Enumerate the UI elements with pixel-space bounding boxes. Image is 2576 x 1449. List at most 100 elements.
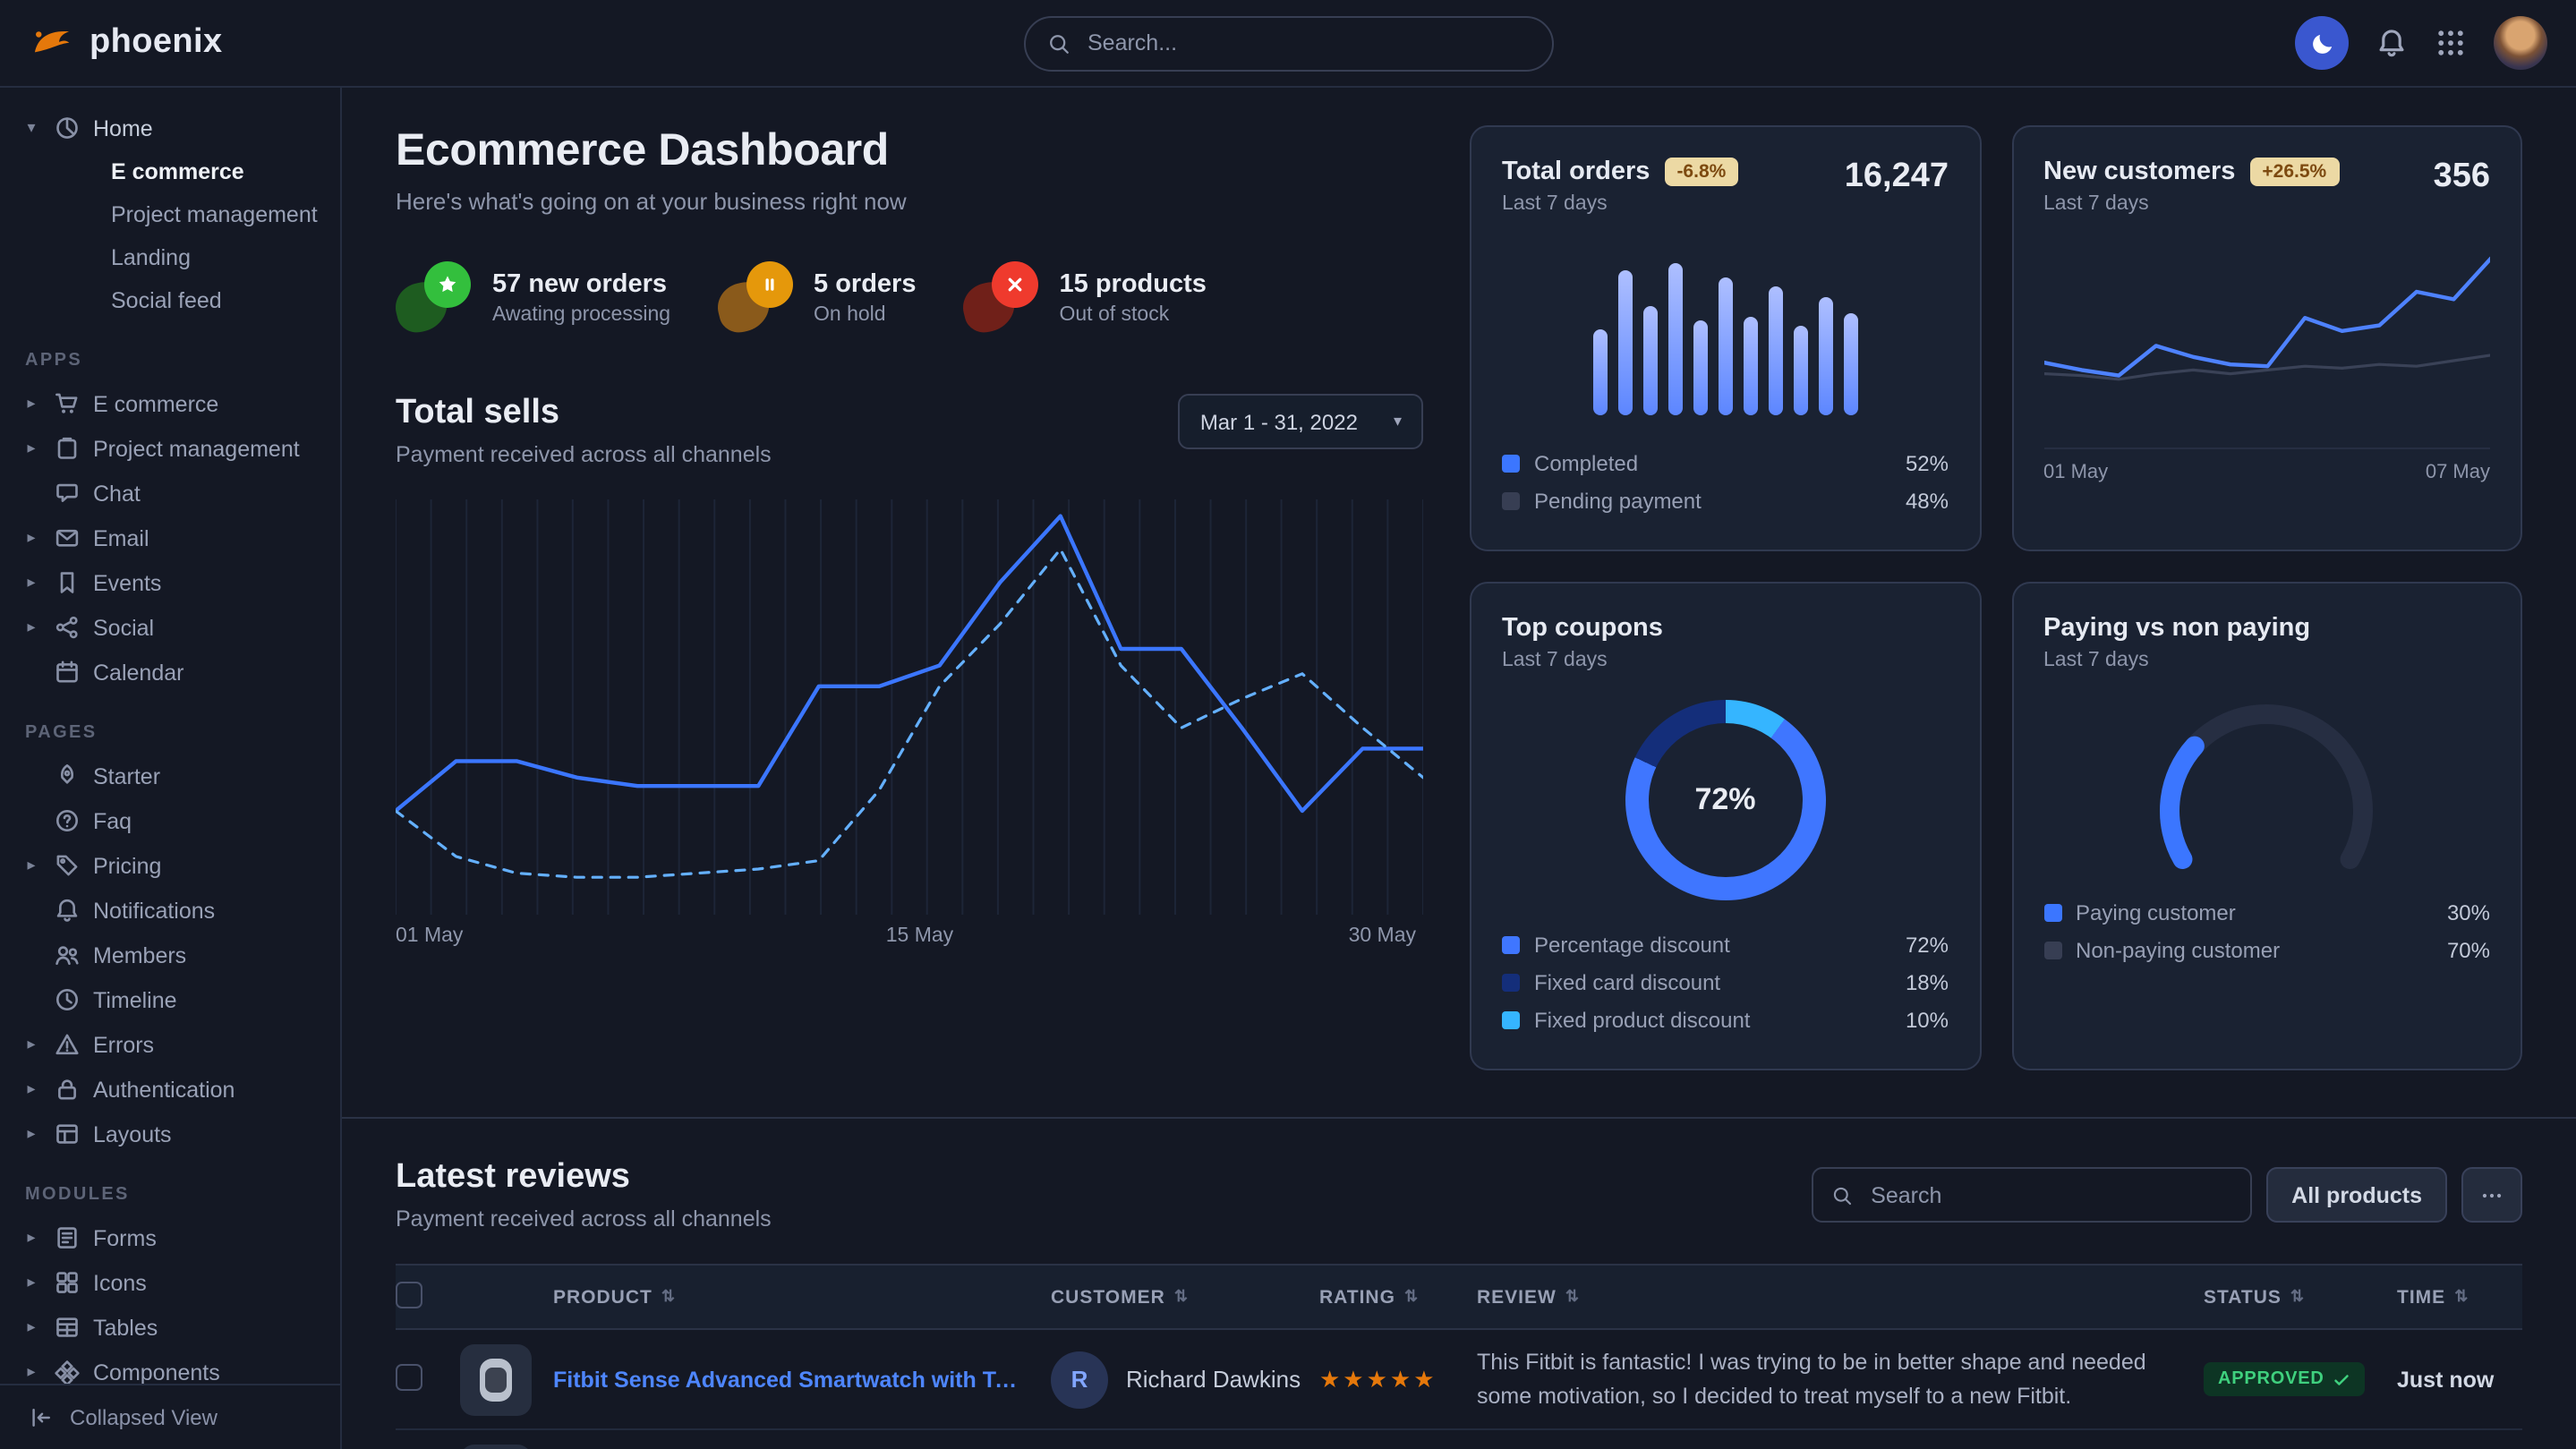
sidebar-item-members[interactable]: Members	[21, 933, 326, 977]
brand[interactable]: phoenix	[29, 20, 223, 66]
sidebar-item-label: Tables	[93, 1315, 158, 1340]
column-header-customer[interactable]: CUSTOMER ⇅	[1051, 1286, 1319, 1308]
status-badge: APPROVED	[2204, 1362, 2366, 1396]
total-sells-chart: 01 May15 May30 May	[396, 499, 1423, 958]
all-products-button[interactable]: All products	[2266, 1167, 2447, 1223]
sort-icon[interactable]: ⇅	[661, 1287, 676, 1307]
search-input[interactable]	[1084, 29, 1530, 57]
sort-icon[interactable]: ⇅	[2290, 1287, 2305, 1307]
legend-row: Fixed product discount 10%	[1502, 1001, 1949, 1038]
sidebar-item-label: Timeline	[93, 987, 177, 1012]
sidebar-item-starter[interactable]: Starter	[21, 754, 326, 798]
more-options-button[interactable]	[2461, 1167, 2522, 1223]
stat-icon	[963, 261, 1038, 333]
product-link[interactable]: Fitbit Sense Advanced Smartwatch with To…	[553, 1367, 1026, 1392]
sidebar-item-faq[interactable]: Faq	[21, 798, 326, 843]
sidebar-item-label: Members	[93, 942, 186, 967]
kpi-cards: Total orders -6.8% Last 7 days 16,247 Co…	[1470, 125, 2522, 1070]
sidebar-item-forms[interactable]: ▸ Forms	[21, 1215, 326, 1260]
select-all-checkbox[interactable]	[396, 1281, 422, 1308]
sidebar-item-tables[interactable]: ▸ Tables	[21, 1305, 326, 1350]
sidebar-item-label: Starter	[93, 763, 160, 788]
legend-label: Pending payment	[1534, 488, 1702, 513]
table-row[interactable]: iPhone 13 pro max-Pacific Blue-128GB sto…	[396, 1430, 2522, 1449]
caret-icon: ▸	[21, 1079, 41, 1099]
column-header-product[interactable]: PRODUCT ⇅	[460, 1286, 1051, 1308]
sidebar-item-layouts[interactable]: ▸ Layouts	[21, 1112, 326, 1156]
sidebar-item-timeline[interactable]: Timeline	[21, 977, 326, 1022]
sidebar-item-authentication[interactable]: ▸ Authentication	[21, 1067, 326, 1112]
user-avatar[interactable]	[2494, 16, 2547, 70]
app-root: phoenix ▾ Home E commerce Project manage…	[0, 0, 2576, 1449]
legend-label: Fixed product discount	[1534, 1007, 1750, 1032]
chart-legend: Percentage discount 72% Fixed card disco…	[1502, 925, 1949, 1038]
legend-label: Percentage discount	[1534, 932, 1730, 957]
sidebar-subitem-label: Social feed	[111, 288, 222, 313]
table-row[interactable]: Fitbit Sense Advanced Smartwatch with To…	[396, 1330, 2522, 1430]
bar	[1744, 317, 1758, 415]
legend-value: 48%	[1906, 488, 1949, 513]
legend-swatch	[1502, 973, 1520, 991]
sidebar-item-e-commerce[interactable]: ▸ E commerce	[21, 381, 326, 426]
legend-swatch	[1502, 454, 1520, 472]
phoenix-logo-icon	[29, 20, 75, 66]
stat-subtitle: Awating processing	[492, 303, 670, 325]
bar	[1769, 287, 1783, 416]
review-time: Just now	[2397, 1367, 2522, 1392]
sidebar-item-social[interactable]: ▸ Social	[21, 605, 326, 650]
sidebar-item-icons[interactable]: ▸ Icons	[21, 1260, 326, 1305]
sort-icon[interactable]: ⇅	[1565, 1287, 1580, 1307]
theme-toggle-button[interactable]	[2295, 16, 2349, 70]
column-header-label: STATUS	[2204, 1286, 2282, 1308]
sidebar-item-pricing[interactable]: ▸ Pricing	[21, 843, 326, 888]
column-header-review[interactable]: REVIEW ⇅	[1477, 1286, 2204, 1308]
legend-swatch	[1502, 1010, 1520, 1028]
sidebar-item-email[interactable]: ▸ Email	[21, 516, 326, 560]
sidebar-item-e-commerce[interactable]: E commerce	[21, 150, 326, 193]
apps-grid-button[interactable]	[2435, 27, 2467, 59]
sidebar-item-icon	[54, 390, 81, 417]
column-header-rating[interactable]: RATING ⇅	[1319, 1286, 1477, 1308]
caret-icon: ▸	[21, 1035, 41, 1054]
legend-value: 70%	[2447, 937, 2490, 962]
bar-chart	[1502, 251, 1949, 415]
notifications-button[interactable]	[2376, 27, 2408, 59]
chevron-down-icon: ▾	[1394, 412, 1402, 431]
card-title: Total orders	[1502, 158, 1650, 186]
bar	[1593, 329, 1608, 415]
sidebar-item-label: Components	[93, 1360, 220, 1385]
sidebar-item-social-feed[interactable]: Social feed	[21, 279, 326, 322]
reviews-search-input[interactable]	[1867, 1181, 2232, 1209]
collapse-icon	[29, 1404, 54, 1429]
column-header-label: TIME	[2397, 1286, 2445, 1308]
date-range-select[interactable]: Mar 1 - 31, 2022 ▾	[1179, 394, 1423, 449]
sidebar-item-project-management[interactable]: ▸ Project management	[21, 426, 326, 471]
sort-icon[interactable]: ⇅	[2454, 1287, 2469, 1307]
line-chart	[2043, 243, 2490, 430]
row-checkbox[interactable]	[396, 1363, 422, 1390]
stat-on-hold: 5 orders On hold	[717, 261, 916, 333]
legend-value: 10%	[1906, 1007, 1949, 1032]
sidebar-section-apps: APPS	[25, 351, 326, 371]
sidebar-item-calendar[interactable]: Calendar	[21, 650, 326, 695]
sort-icon[interactable]: ⇅	[1404, 1287, 1419, 1307]
sidebar-item-landing[interactable]: Landing	[21, 236, 326, 279]
column-header-time[interactable]: TIME ⇅	[2397, 1286, 2522, 1308]
search-icon	[1831, 1184, 1853, 1206]
sidebar-item-label: Faq	[93, 808, 132, 833]
total-sells-title: Total sells	[396, 394, 772, 433]
stat-title: 5 orders	[814, 269, 916, 298]
top-coupons-card: Top coupons Last 7 days 72% Percentage d…	[1470, 582, 1981, 1070]
column-header-status[interactable]: STATUS ⇅	[2204, 1286, 2397, 1308]
sidebar-item-errors[interactable]: ▸ Errors	[21, 1022, 326, 1067]
sort-icon[interactable]: ⇅	[1174, 1287, 1189, 1307]
sidebar-item-events[interactable]: ▸ Events	[21, 560, 326, 605]
sidebar-item-home[interactable]: ▾ Home	[21, 106, 326, 150]
review-text: The order was delivered ahead of schedul…	[1477, 1431, 2204, 1449]
collapsed-view-toggle[interactable]: Collapsed View	[0, 1383, 340, 1449]
card-period: Last 7 days	[1502, 193, 1738, 215]
sidebar-item-chat[interactable]: Chat	[21, 471, 326, 516]
sidebar-item-notifications[interactable]: Notifications	[21, 888, 326, 933]
sidebar-item-project-management[interactable]: Project management	[21, 193, 326, 236]
chart-legend: Completed 52% Pending payment 48%	[1502, 444, 1949, 519]
